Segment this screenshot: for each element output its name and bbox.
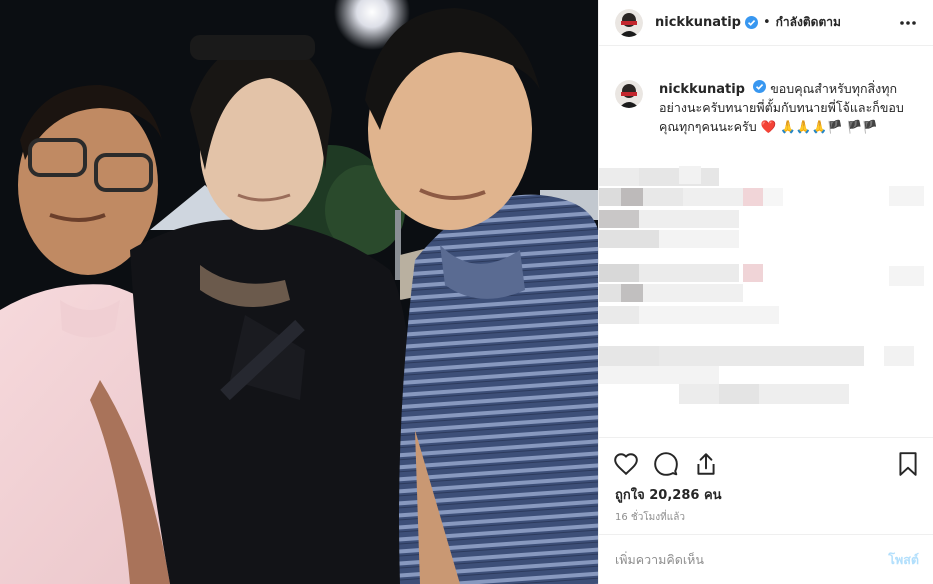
avatar-image (615, 8, 643, 37)
post-details-panel: nickkunatip • กำลังติดตาม nickkunatip ขอ… (598, 0, 933, 584)
likes-number: 20,286 (649, 488, 700, 503)
verified-badge-icon (753, 80, 767, 93)
comment-divider (599, 534, 933, 535)
more-options-icon[interactable] (898, 13, 918, 33)
avatar-image (615, 80, 643, 108)
comment-input[interactable] (615, 548, 855, 570)
comment-bubble-icon[interactable] (653, 451, 679, 477)
separator-dot: • (762, 15, 771, 30)
bookmark-icon[interactable] (895, 451, 921, 477)
heart-icon[interactable] (613, 451, 639, 477)
verified-badge-icon (744, 16, 758, 29)
following-button[interactable]: กำลังติดตาม (776, 13, 841, 32)
post-comment-button[interactable]: โพสต์ (888, 550, 919, 570)
likes-count[interactable]: ถูกใจ 20,286 คน (615, 484, 722, 505)
caption-username[interactable]: nickkunatip (659, 82, 745, 97)
username-link[interactable]: nickkunatip (655, 15, 741, 30)
post-photo-illustration (0, 0, 598, 584)
caption: nickkunatip ขอบคุณสำหรับทุกสิ่งทุกอย่างน… (615, 80, 920, 137)
post-timestamp[interactable]: 16 ชั่วโมงที่แล้ว (615, 510, 685, 525)
caption-avatar[interactable] (615, 80, 643, 108)
censored-comments-area (599, 166, 924, 404)
avatar[interactable] (615, 8, 643, 37)
likes-unit: คน (703, 488, 722, 503)
post-header: nickkunatip • กำลังติดตาม (599, 0, 933, 46)
caption-text-block: nickkunatip ขอบคุณสำหรับทุกสิ่งทุกอย่างน… (659, 80, 920, 137)
share-icon[interactable] (693, 451, 719, 477)
actions-divider (599, 437, 933, 438)
likes-label: ถูกใจ (615, 488, 645, 503)
caption-emojis: ❤️ 🙏🙏🙏🏴 🏴🏴 (760, 119, 878, 134)
post-photo[interactable] (0, 0, 598, 584)
